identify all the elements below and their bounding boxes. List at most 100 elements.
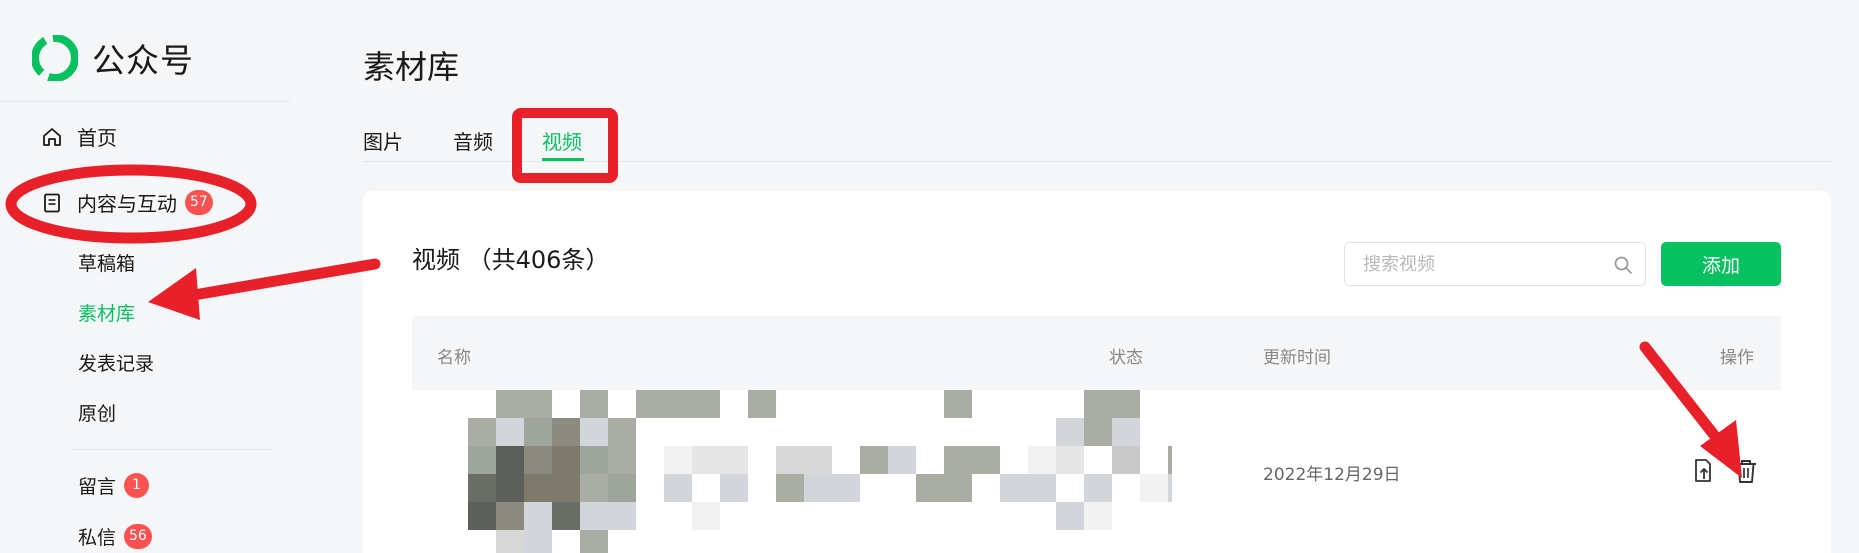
sidebar-item-label: 私信	[78, 527, 117, 549]
thumbnail-pixel	[1084, 418, 1112, 446]
thumbnail-pixel	[636, 390, 664, 418]
unread-badge: 1	[124, 473, 150, 498]
thumbnail-pixel	[916, 474, 944, 502]
thumbnail-pixel	[468, 418, 496, 446]
sidebar-item-label: 留言	[78, 476, 117, 498]
thumbnail-pixel	[1056, 502, 1084, 530]
brand[interactable]: 公众号	[32, 34, 194, 82]
tab-audio[interactable]: 音频	[453, 126, 493, 155]
section-title: 视频 （共406条）	[412, 246, 610, 274]
search-input[interactable]	[1345, 243, 1595, 285]
thumbnail-pixel	[580, 390, 608, 418]
thumbnail-pixel	[580, 530, 608, 553]
sidebar-item-label: 首页	[77, 126, 117, 150]
sidebar-item-comments[interactable]: 留言 1	[78, 472, 150, 499]
thumbnail-pixel	[524, 390, 552, 418]
thumbnail-pixel	[552, 502, 580, 530]
active-tab-indicator	[542, 158, 584, 161]
search-box	[1344, 242, 1646, 286]
sidebar-item-publish-records[interactable]: 发表记录	[78, 349, 154, 376]
thumbnail-pixel	[1112, 418, 1140, 446]
sidebar-item-library[interactable]: 素材库	[78, 299, 135, 326]
add-button[interactable]: 添加	[1661, 242, 1781, 286]
thumbnail-pixel	[664, 446, 692, 474]
thumbnail-pixel	[524, 502, 552, 530]
thumbnail-pixel	[1028, 474, 1056, 502]
thumbnail-pixel	[720, 474, 748, 502]
app-name: 公众号	[92, 41, 194, 80]
table-row[interactable]: 2022年12月29日	[412, 390, 1781, 553]
thumbnail-pixel	[972, 446, 1000, 474]
thumbnail-pixel	[860, 446, 888, 474]
thumbnail-pixel	[608, 418, 636, 446]
thumbnail-pixel	[496, 418, 524, 446]
unread-badge: 57	[185, 190, 213, 215]
column-header-status: 状态	[1109, 348, 1143, 368]
thumbnail-pixel	[776, 474, 804, 502]
column-header-name: 名称	[437, 348, 471, 368]
thumbnail-pixel	[720, 446, 748, 474]
thumbnail-pixel	[608, 474, 636, 502]
thumbnail-pixel	[1056, 418, 1084, 446]
video-thumbnail-pixelated[interactable]	[412, 390, 1172, 553]
thumbnail-pixel	[524, 530, 552, 553]
thumbnail-pixel	[496, 530, 524, 553]
thumbnail-pixel	[804, 446, 832, 474]
thumbnail-pixel	[468, 446, 496, 474]
logo-icon	[32, 35, 78, 81]
thumbnail-pixel	[888, 446, 916, 474]
thumbnail-pixel	[468, 474, 496, 502]
thumbnail-pixel	[552, 446, 580, 474]
thumbnail-pixel	[1084, 474, 1112, 502]
thumbnail-pixel	[608, 446, 636, 474]
search-icon[interactable]	[1613, 255, 1633, 275]
thumbnail-pixel	[552, 474, 580, 502]
thumbnail-pixel	[804, 474, 832, 502]
thumbnail-pixel	[580, 474, 608, 502]
thumbnail-pixel	[1084, 502, 1112, 530]
tab-video[interactable]: 视频	[542, 126, 582, 155]
thumbnail-pixel	[496, 390, 524, 418]
thumbnail-pixel	[664, 474, 692, 502]
sidebar-item-label: 内容与互动	[77, 192, 177, 216]
thumbnail-pixel	[944, 474, 972, 502]
trash-icon[interactable]	[1732, 456, 1760, 486]
thumbnail-pixel	[1084, 390, 1112, 418]
tab-images[interactable]: 图片	[363, 126, 403, 155]
tab-bar: 图片 音频 视频	[363, 122, 1831, 162]
sidebar-item-content[interactable]: 内容与互动 57	[41, 188, 213, 217]
unread-badge: 56	[124, 524, 152, 549]
thumbnail-pixel	[692, 390, 720, 418]
thumbnail-pixel	[692, 502, 720, 530]
thumbnail-pixel	[832, 474, 860, 502]
thumbnail-pixel	[664, 390, 692, 418]
page-title: 素材库	[363, 48, 460, 86]
sidebar-item-original[interactable]: 原创	[78, 399, 116, 426]
thumbnail-pixel	[496, 446, 524, 474]
column-header-updated: 更新时间	[1263, 348, 1331, 368]
thumbnail-pixel	[524, 418, 552, 446]
thumbnail-pixel	[1112, 390, 1140, 418]
sidebar-divider	[0, 101, 290, 102]
sidebar-item-home[interactable]: 首页	[41, 122, 117, 151]
table-header: 名称 状态 更新时间 操作	[412, 316, 1781, 390]
sidebar: 公众号 首页 内容与互动 57 草稿箱 素材库 发表记录 原创 留言 1 私信 …	[0, 0, 290, 553]
thumbnail-pixel	[496, 502, 524, 530]
thumbnail-pixel	[1056, 446, 1084, 474]
thumbnail-pixel	[468, 502, 496, 530]
column-header-actions: 操作	[1720, 348, 1754, 368]
sidebar-item-drafts[interactable]: 草稿箱	[78, 249, 135, 276]
thumbnail-pixel	[580, 418, 608, 446]
thumbnail-pixel	[580, 446, 608, 474]
thumbnail-pixel	[496, 474, 524, 502]
thumbnail-pixel	[1168, 446, 1172, 474]
thumbnail-pixel	[1168, 474, 1172, 502]
thumbnail-pixel	[1000, 474, 1028, 502]
thumbnail-pixel	[580, 502, 608, 530]
sidebar-divider	[72, 449, 272, 450]
sidebar-item-private-messages[interactable]: 私信 56	[78, 523, 152, 550]
thumbnail-pixel	[524, 474, 552, 502]
thumbnail-pixel	[608, 502, 636, 530]
upload-doc-icon[interactable]	[1689, 456, 1717, 486]
thumbnail-pixel	[552, 418, 580, 446]
